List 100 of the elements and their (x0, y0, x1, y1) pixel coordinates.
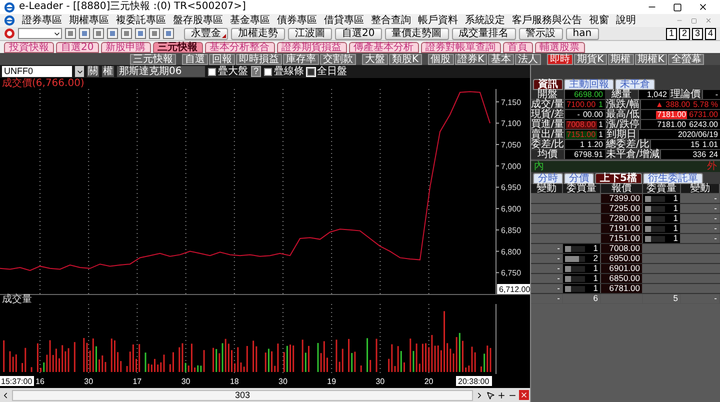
menu-item[interactable]: 客戶服務與公告 (512, 16, 582, 26)
screen-button[interactable]: 4 (705, 28, 716, 40)
screen-button[interactable]: 1 (666, 28, 677, 40)
screen-button[interactable]: 2 (679, 28, 690, 40)
close-icon[interactable] (698, 2, 708, 12)
quick-button[interactable]: 期權 (608, 54, 634, 64)
page-tab[interactable]: 新股申購 (100, 42, 151, 53)
panel-tab[interactable]: 衍生委託單 (642, 173, 703, 184)
tool-icon[interactable] (107, 28, 118, 39)
page-tab[interactable]: 投資快報 (4, 42, 54, 53)
menu-item[interactable]: 證券專區 (22, 16, 62, 26)
quick-button[interactable]: 三元快報 (130, 54, 176, 64)
menu-item[interactable]: 盤存股專區 (173, 16, 223, 26)
menu-item[interactable]: 複委託專區 (116, 16, 166, 26)
page-tab[interactable]: 首頁 (502, 42, 533, 53)
quick-button[interactable]: 法人 (515, 54, 542, 64)
zoom-in-icon[interactable] (497, 390, 506, 400)
tool-icon[interactable] (79, 28, 90, 39)
maximize-icon[interactable] (673, 2, 682, 12)
menu-item[interactable]: 視窗 (589, 16, 609, 26)
scroll-track[interactable]: 303 (12, 390, 473, 400)
tool-icon[interactable] (93, 28, 104, 39)
toolbar-button[interactable]: 自選20 (335, 28, 382, 40)
restore-icon[interactable] (691, 18, 697, 24)
grid-line (136, 304, 138, 374)
page-tab[interactable]: 輔選股票 (534, 42, 585, 53)
page-tab[interactable]: 三元快報 (152, 42, 203, 53)
info-label: 漲跌/幅 (605, 100, 642, 109)
info-value: 1 (598, 100, 604, 108)
panel-tab[interactable]: 分時 (533, 173, 563, 184)
page-tab[interactable]: 傳產基本分析 (348, 42, 419, 53)
info-value: ▲ 388.00 (654, 100, 692, 108)
qty-value: 1 (593, 284, 598, 293)
pointer-icon[interactable] (486, 390, 495, 400)
menu-item[interactable]: 基金專區 (230, 16, 270, 26)
chart-button[interactable]: 關 (87, 66, 99, 77)
menu-item[interactable]: 說明 (616, 16, 636, 26)
symbol-field[interactable]: UNFF0 (2, 66, 72, 77)
panel-tab[interactable]: 資訊 (533, 79, 563, 90)
quick-button[interactable]: 即時 (547, 54, 574, 64)
toolbar-button[interactable]: 警示設 (518, 28, 563, 40)
toolbar-button[interactable]: 永豐金 (184, 28, 228, 40)
tool-icon[interactable] (149, 28, 160, 39)
screen-button[interactable]: 3 (692, 28, 703, 40)
tool-icon[interactable] (121, 28, 132, 39)
quick-button[interactable]: 全螢幕 (668, 54, 704, 64)
menu-item[interactable]: 整合查詢 (371, 16, 411, 26)
info-value: 6698.00 (573, 90, 604, 98)
help-button[interactable]: ? (251, 66, 261, 77)
tool-icon[interactable] (65, 28, 76, 39)
page-tab[interactable]: 證券對帳單查詢 (420, 42, 501, 53)
grid-line (234, 304, 235, 374)
quick-button[interactable]: 類股K (389, 54, 422, 64)
toolbar-button[interactable]: han (566, 28, 599, 40)
scroll-left-icon[interactable] (1, 390, 10, 400)
tool-icon[interactable] (163, 28, 174, 39)
quick-button[interactable]: 基本 (488, 54, 514, 64)
chart-button[interactable]: 權 (102, 66, 114, 77)
checkbox[interactable] (307, 68, 315, 76)
info-value: 6798.91 (573, 150, 604, 158)
menu-item[interactable]: 借貸專區 (324, 16, 364, 26)
x-axis-label: 30 (84, 377, 94, 386)
quick-button[interactable]: 大盤 (362, 54, 388, 64)
x-axis-label: 19 (327, 377, 336, 386)
checkbox[interactable] (208, 68, 216, 76)
grid-line (185, 304, 186, 374)
tool-icon[interactable] (135, 28, 146, 39)
checkbox[interactable] (264, 68, 272, 76)
quick-button[interactable]: 期貨K (574, 54, 607, 64)
quick-button[interactable]: 個股 (428, 54, 454, 64)
quick-button[interactable]: 自選 (182, 54, 208, 64)
panel-tab[interactable]: 分價 (564, 173, 594, 184)
scroll-right-icon[interactable] (475, 390, 484, 400)
quick-button[interactable]: 期權K (634, 54, 668, 64)
quick-button[interactable]: 交割款 (320, 54, 356, 64)
panel-tab[interactable]: 主動回報 (564, 79, 614, 90)
inner-label: 內 (534, 162, 544, 172)
toolbar-button[interactable]: 江波圖 (288, 28, 332, 40)
alert-icon[interactable] (4, 28, 15, 39)
x-axis-label: 17 (132, 377, 142, 386)
order-cell: - (531, 294, 563, 303)
menu-item[interactable]: 系統設定 (465, 16, 505, 26)
quick-button[interactable]: 庫存率 (283, 54, 319, 64)
panel-tab[interactable]: 未平倉 (615, 79, 655, 90)
account-dropdown[interactable] (18, 28, 62, 39)
quick-button[interactable]: 證券K (454, 54, 488, 64)
quick-button[interactable]: 即時損益 (236, 54, 282, 64)
ask-price: 7151.00 (601, 234, 643, 243)
page-tab[interactable]: 自選20 (56, 42, 99, 53)
toolbar-button[interactable]: 成交量排名 (452, 28, 516, 40)
toolbar-button[interactable]: 量價走勢圖 (384, 28, 449, 40)
symbol-dropdown-button[interactable] (75, 66, 84, 77)
menu-item[interactable]: 帳戶資料 (418, 16, 458, 26)
menu-item[interactable]: 期權專區 (69, 16, 109, 26)
page-tab[interactable]: 基本分析整合 (204, 42, 275, 53)
quick-button[interactable]: 回報 (209, 54, 235, 64)
page-tab[interactable]: 證券期貨損益 (276, 42, 347, 53)
toolbar-button[interactable]: 加權走勢 (231, 28, 285, 40)
panel-tab[interactable]: 上下5檔 (595, 173, 642, 184)
menu-item[interactable]: 債券專區 (277, 16, 317, 26)
